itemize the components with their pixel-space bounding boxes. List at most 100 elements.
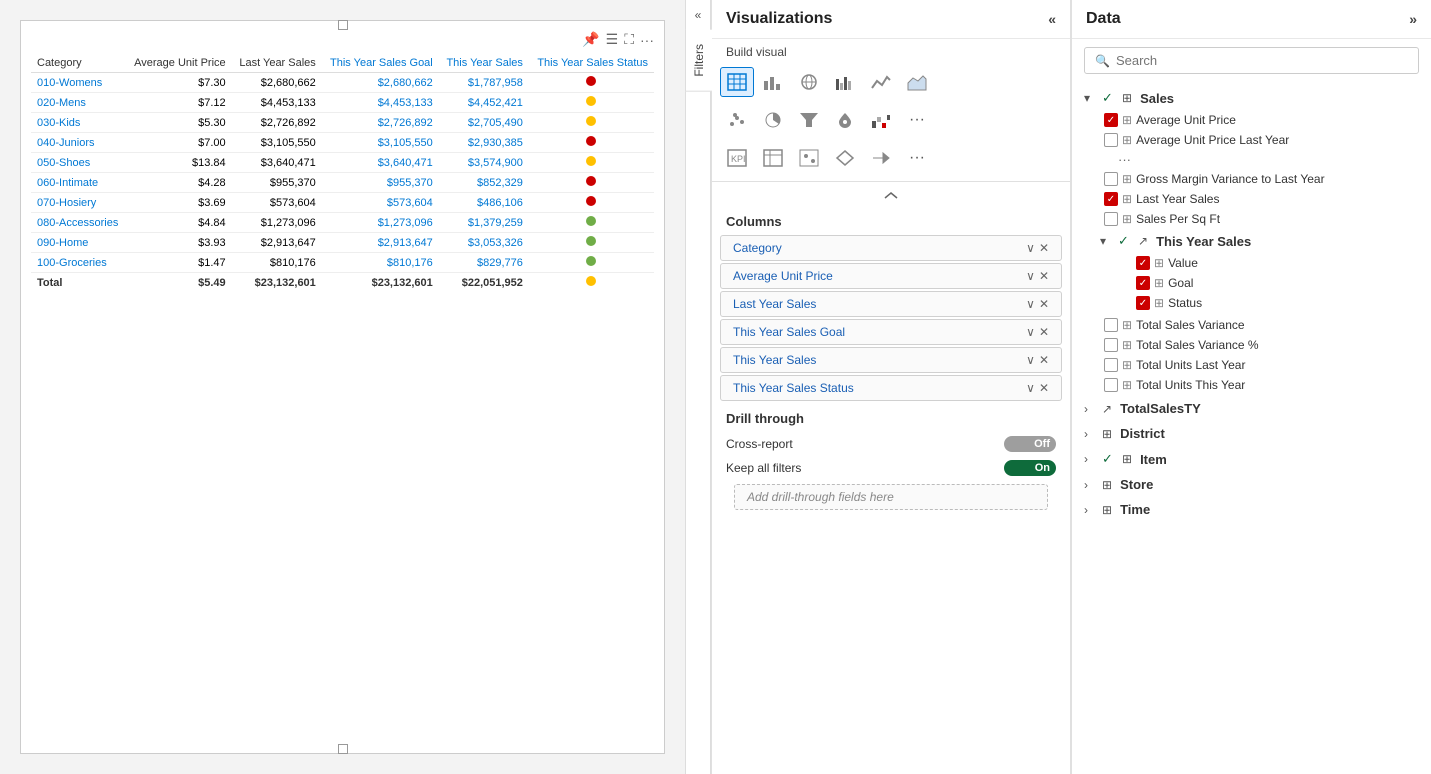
tree-item-gross-margin[interactable]: ⊞ Gross Margin Variance to Last Year [1072,169,1431,189]
table-row[interactable]: 050-Shoes $13.84 $3,640,471 $3,640,471 $… [31,153,654,173]
field-chevron-col-this-year-sales-goal[interactable]: ∨ [1026,325,1035,339]
tree-group-header-district[interactable]: › ⊞ District [1072,422,1431,445]
field-chevron-col-this-year-sales[interactable]: ∨ [1026,353,1035,367]
viz-diamond-icon[interactable] [828,143,862,173]
column-field-col-this-year-sales-goal[interactable]: This Year Sales Goal ∨ ✕ [720,319,1062,345]
column-field-col-last-year-sales[interactable]: Last Year Sales ∨ ✕ [720,291,1062,317]
column-field-col-avg-unit-price[interactable]: Average Unit Price ∨ ✕ [720,263,1062,289]
table-row[interactable]: 060-Intimate $4.28 $955,370 $955,370 $85… [31,173,654,193]
tuly-checkbox[interactable] [1104,358,1118,372]
table-row[interactable]: 040-Juniors $7.00 $3,105,550 $3,105,550 … [31,133,654,153]
gross-margin-checkbox[interactable] [1104,172,1118,186]
drill-through-field-placeholder[interactable]: Add drill-through fields here [734,484,1048,510]
resize-handle-top[interactable] [338,20,348,30]
viz-line-icon[interactable] [864,67,898,97]
viz-table-icon[interactable] [720,67,754,97]
tree-item-total-units-this-year[interactable]: ⊞ Total Units This Year [1072,375,1431,395]
viz-waterfall-icon[interactable] [864,105,898,135]
pin-icon[interactable]: 📌 [582,31,599,48]
viz-collapse-btn[interactable]: « [695,0,702,30]
table-row[interactable]: 070-Hosiery $3.69 $573,604 $573,604 $486… [31,193,654,213]
viz-table2-icon[interactable] [756,143,790,173]
tree-item-avg-unit-price[interactable]: ✓ ⊞ Average Unit Price [1072,110,1431,130]
viz-expand-btn[interactable]: « [1048,11,1056,27]
sales-per-sq-checkbox[interactable] [1104,212,1118,226]
viz-more2-icon[interactable]: ··· [900,143,934,173]
collapse-chevron[interactable] [881,190,901,202]
tree-item-sales-per-sq[interactable]: ⊞ Sales Per Sq Ft [1072,209,1431,229]
table-row[interactable]: 100-Groceries $1.47 $810,176 $810,176 $8… [31,253,654,273]
table-row[interactable]: 090-Home $3.93 $2,913,647 $2,913,647 $3,… [31,233,654,253]
viz-globe-icon[interactable] [792,67,826,97]
col-header-this-year-sales-goal[interactable]: This Year Sales Goal [322,54,439,73]
resize-handle-bottom[interactable] [338,744,348,754]
viz-pie-icon[interactable] [756,105,790,135]
tsvp-checkbox[interactable] [1104,338,1118,352]
viz-clustered-bar-icon[interactable] [828,67,862,97]
table-row[interactable]: 030-Kids $5.30 $2,726,892 $2,726,892 $2,… [31,113,654,133]
col-header-status[interactable]: This Year Sales Status [529,54,654,73]
field-chevron-col-category[interactable]: ∨ [1026,241,1035,255]
menu-icon[interactable]: ☰ [606,31,619,48]
tree-item-avg-unit-price-ly[interactable]: ⊞ Average Unit Price Last Year [1072,130,1431,150]
viz-arrow-icon[interactable] [864,143,898,173]
avg-unit-price-checkbox[interactable]: ✓ [1104,113,1118,127]
field-remove-col-avg-unit-price[interactable]: ✕ [1039,269,1049,283]
viz-location-icon[interactable] [792,143,826,173]
tree-group-header-sales[interactable]: ▾ ✓ ⊞ Sales [1072,86,1431,110]
field-remove-col-this-year-sales-goal[interactable]: ✕ [1039,325,1049,339]
viz-kpi-icon[interactable]: KPI [720,143,754,173]
field-chevron-col-this-year-sales-status[interactable]: ∨ [1026,381,1035,395]
column-field-col-this-year-sales-status[interactable]: This Year Sales Status ∨ ✕ [720,375,1062,401]
tree-group-header-item[interactable]: › ✓ ⊞ Item [1072,447,1431,471]
tree-dots-sales[interactable]: ··· [1072,150,1431,169]
value-checkbox[interactable]: ✓ [1136,256,1150,270]
tree-item-last-year-sales[interactable]: ✓ ⊞ Last Year Sales [1072,189,1431,209]
avg-unit-price-ly-checkbox[interactable] [1104,133,1118,147]
last-year-sales-checkbox[interactable]: ✓ [1104,192,1118,206]
cross-report-toggle[interactable]: Off [1004,436,1056,452]
viz-more-icon[interactable]: ··· [900,105,934,135]
tree-item-goal[interactable]: ✓ ⊞ Goal [1088,273,1431,293]
field-remove-col-this-year-sales-status[interactable]: ✕ [1039,381,1049,395]
column-field-col-category[interactable]: Category ∨ ✕ [720,235,1062,261]
field-remove-col-this-year-sales[interactable]: ✕ [1039,353,1049,367]
viz-map-icon[interactable] [828,105,862,135]
field-remove-col-last-year-sales[interactable]: ✕ [1039,297,1049,311]
filters-tab[interactable]: Filters [685,30,712,92]
keep-filters-toggle[interactable]: On [1004,460,1056,476]
tree-group-header-total-sales-ty[interactable]: › ↗ TotalSalesTY [1072,397,1431,420]
col-header-avg-unit-price[interactable]: Average Unit Price [126,54,232,73]
tree-subgroup-header-tys[interactable]: ▾ ✓ ↗ This Year Sales [1088,229,1431,253]
expand-icon[interactable]: ⛶ [624,31,634,48]
col-header-category[interactable]: Category [31,54,126,73]
viz-area-icon[interactable] [900,67,934,97]
tree-item-value[interactable]: ✓ ⊞ Value [1088,253,1431,273]
table-row[interactable]: 080-Accessories $4.84 $1,273,096 $1,273,… [31,213,654,233]
more-icon[interactable]: ··· [640,32,654,48]
tree-item-total-sales-variance-pct[interactable]: ⊞ Total Sales Variance % [1072,335,1431,355]
viz-scatter-icon[interactable] [720,105,754,135]
viz-funnel-icon[interactable] [792,105,826,135]
col-header-last-year-sales[interactable]: Last Year Sales [232,54,322,73]
field-chevron-col-avg-unit-price[interactable]: ∨ [1026,269,1035,283]
tree-item-total-units-last-year[interactable]: ⊞ Total Units Last Year [1072,355,1431,375]
goal-checkbox[interactable]: ✓ [1136,276,1150,290]
field-remove-col-category[interactable]: ✕ [1039,241,1049,255]
search-box[interactable]: 🔍 [1084,47,1419,74]
tree-group-header-store[interactable]: › ⊞ Store [1072,473,1431,496]
column-field-col-this-year-sales[interactable]: This Year Sales ∨ ✕ [720,347,1062,373]
viz-bar-icon[interactable] [756,67,790,97]
tree-item-status[interactable]: ✓ ⊞ Status [1088,293,1431,313]
tuty-checkbox[interactable] [1104,378,1118,392]
table-row[interactable]: 020-Mens $7.12 $4,453,133 $4,453,133 $4,… [31,93,654,113]
tsv-checkbox[interactable] [1104,318,1118,332]
status-checkbox[interactable]: ✓ [1136,296,1150,310]
field-chevron-col-last-year-sales[interactable]: ∨ [1026,297,1035,311]
tree-item-total-sales-variance[interactable]: ⊞ Total Sales Variance [1072,315,1431,335]
data-panel-expand-btn[interactable]: » [1409,11,1417,27]
tree-group-header-time[interactable]: › ⊞ Time [1072,498,1431,521]
search-input[interactable] [1116,53,1408,68]
col-header-this-year-sales[interactable]: This Year Sales [439,54,529,73]
table-row[interactable]: 010-Womens $7.30 $2,680,662 $2,680,662 $… [31,73,654,93]
